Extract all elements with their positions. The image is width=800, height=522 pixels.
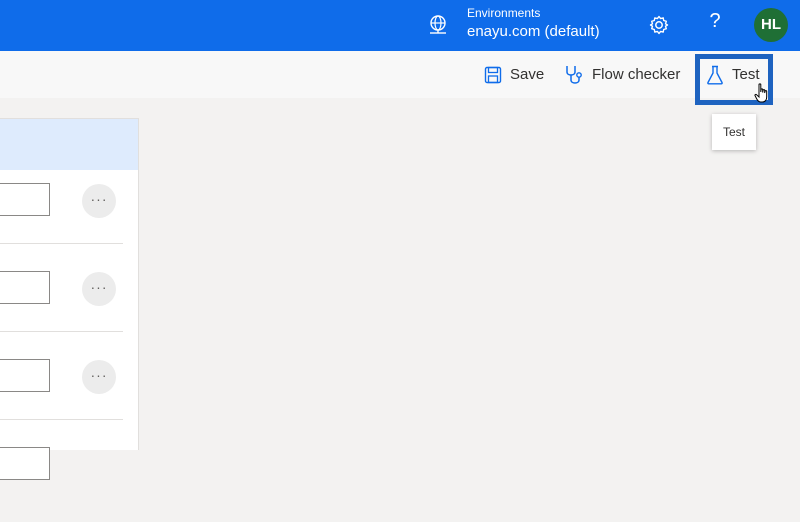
input-field[interactable] [0, 271, 50, 304]
input-field[interactable] [0, 359, 50, 392]
test-tooltip: Test [712, 114, 756, 150]
action-card-header[interactable] [0, 119, 138, 170]
flow-action-card: ··· ··· ··· [0, 118, 139, 480]
list-item: ··· [0, 346, 138, 434]
save-button[interactable]: Save [484, 51, 544, 98]
save-icon [484, 66, 502, 83]
list-item [0, 434, 138, 522]
top-header-bar: Environments enayu.com (default) ? HL [0, 0, 800, 51]
save-label: Save [510, 66, 545, 83]
environments-label: Environments [467, 6, 541, 20]
help-icon[interactable]: ? [707, 10, 723, 33]
gear-icon[interactable] [648, 14, 670, 36]
list-item: ··· [0, 170, 138, 258]
more-options-button[interactable]: ··· [82, 184, 116, 218]
list-item: ··· [0, 258, 138, 346]
more-options-button[interactable]: ··· [82, 360, 116, 394]
command-bar: Save Flow checker Test [0, 51, 800, 98]
hand-cursor-icon [754, 83, 768, 103]
flow-checker-button[interactable]: Flow checker [564, 51, 680, 98]
more-options-button[interactable]: ··· [82, 272, 116, 306]
row-divider [0, 331, 123, 332]
input-field[interactable] [0, 447, 50, 480]
avatar[interactable]: HL [754, 8, 788, 42]
input-field[interactable] [0, 183, 50, 216]
environment-selector[interactable]: enayu.com (default) [467, 23, 600, 40]
row-divider [0, 419, 123, 420]
flow-checker-label: Flow checker [592, 66, 681, 83]
environment-globe-icon[interactable] [428, 15, 448, 35]
stethoscope-icon [566, 65, 582, 84]
row-divider [0, 243, 123, 244]
